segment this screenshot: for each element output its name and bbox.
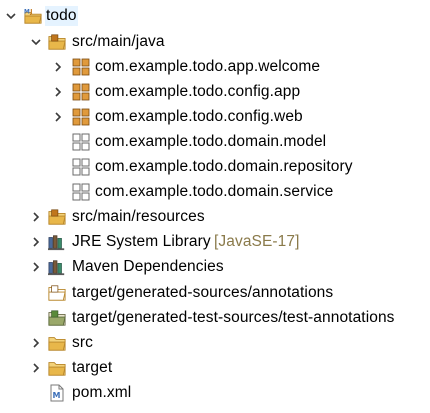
folder-icon [48, 334, 66, 352]
project-explorer-tree: M J todo src/main/java com.example.todo.… [0, 0, 430, 413]
tree-item-label: pom.xml [72, 384, 132, 401]
chevron-right-icon[interactable] [52, 111, 64, 123]
generated-test-folder-icon [48, 309, 66, 327]
chevron-down-icon[interactable] [30, 36, 42, 48]
tree-row-source-folder[interactable]: src/main/java [0, 30, 200, 54]
tree-item-label: com.example.todo.domain.model [95, 133, 327, 150]
tree-row-package[interactable]: com.example.todo.config.app [0, 80, 340, 104]
chevron-right-icon[interactable] [30, 236, 42, 248]
package-icon [72, 83, 90, 101]
tree-item-label: target/generated-test-sources/test-annot… [72, 309, 395, 326]
maven-project-icon: M J [24, 7, 42, 25]
tree-item-label: JRE System Library [72, 233, 211, 250]
project-label: todo [45, 6, 78, 26]
maven-pom-file-icon: M [48, 384, 66, 402]
library-decoration: [JavaSE-17] [214, 233, 300, 250]
source-folder-icon [48, 208, 66, 226]
folder-icon [48, 359, 66, 377]
tree-item-label: com.example.todo.domain.service [95, 183, 334, 200]
tree-row-package[interactable]: com.example.todo.app.welcome [0, 55, 340, 79]
svg-text:J: J [29, 9, 32, 15]
tree-row-empty-package[interactable]: com.example.todo.domain.service [0, 180, 360, 204]
tree-row-generated-folder[interactable]: target/generated-test-sources/test-annot… [0, 306, 425, 330]
tree-row-source-folder[interactable]: src/main/resources [0, 205, 240, 229]
package-icon [72, 58, 90, 76]
chevron-down-icon[interactable] [5, 10, 17, 22]
tree-row-generated-folder[interactable]: target/generated-sources/annotations [0, 281, 380, 305]
library-icon [48, 258, 66, 276]
library-icon [48, 233, 66, 251]
tree-row-folder[interactable]: src [0, 331, 120, 355]
tree-item-label: src [72, 334, 93, 351]
tree-row-library[interactable]: JRE System Library [JavaSE-17] [0, 230, 300, 254]
svg-text:M: M [24, 9, 30, 15]
tree-row-folder[interactable]: target [0, 356, 140, 380]
generated-source-folder-icon [48, 284, 66, 302]
chevron-right-icon[interactable] [30, 362, 42, 374]
tree-row-package[interactable]: com.example.todo.config.web [0, 105, 340, 129]
chevron-right-icon[interactable] [30, 337, 42, 349]
tree-item-label: com.example.todo.domain.repository [95, 158, 353, 175]
tree-item-label: src/main/resources [72, 208, 205, 225]
tree-item-label: com.example.todo.app.welcome [95, 58, 321, 75]
tree-item-label: src/main/java [72, 33, 165, 50]
empty-package-icon [72, 158, 90, 176]
tree-row-project-todo[interactable]: M J todo [0, 4, 100, 28]
tree-item-label: com.example.todo.config.app [95, 83, 301, 100]
empty-package-icon [72, 133, 90, 151]
source-folder-icon [48, 33, 66, 51]
tree-item-label: Maven Dependencies [72, 258, 224, 275]
tree-row-empty-package[interactable]: com.example.todo.domain.repository [0, 155, 380, 179]
empty-package-icon [72, 183, 90, 201]
chevron-right-icon[interactable] [52, 61, 64, 73]
svg-text:M: M [53, 391, 61, 400]
tree-item-label: com.example.todo.config.web [95, 108, 303, 125]
tree-item-label: target/generated-sources/annotations [72, 284, 334, 301]
tree-row-empty-package[interactable]: com.example.todo.domain.model [0, 130, 360, 154]
chevron-right-icon[interactable] [30, 211, 42, 223]
tree-row-library[interactable]: Maven Dependencies [0, 255, 270, 279]
package-icon [72, 108, 90, 126]
tree-item-label: target [72, 359, 113, 376]
chevron-right-icon[interactable] [30, 261, 42, 273]
chevron-right-icon[interactable] [52, 86, 64, 98]
tree-row-file[interactable]: M pom.xml [0, 381, 150, 405]
